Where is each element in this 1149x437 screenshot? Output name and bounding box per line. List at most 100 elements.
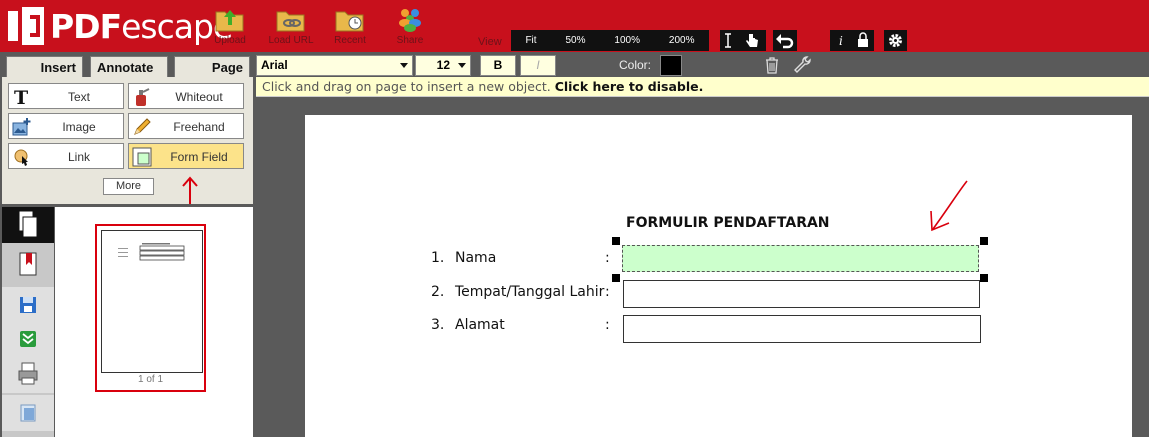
form-field-tool-button[interactable]: Form Field	[128, 143, 244, 169]
font-select[interactable]: Arial	[256, 55, 413, 76]
sidebar-item-page-view[interactable]	[2, 395, 54, 431]
sidebar	[2, 207, 54, 437]
form-field-nama-selected[interactable]	[622, 245, 979, 272]
page-view-icon	[20, 404, 36, 422]
sidebar-item-pages[interactable]	[2, 207, 54, 243]
pdf-document-icon	[19, 252, 37, 276]
document-page[interactable]: FORMULIR PENDAFTARAN 1. Nama : 2. Tempat…	[305, 115, 1132, 437]
row-label-alamat: Alamat	[455, 317, 505, 333]
resize-handle-top-right[interactable]	[980, 237, 988, 245]
upload-button[interactable]: Upload	[202, 6, 258, 46]
text-tool-button[interactable]: T Text	[8, 83, 124, 109]
row-colon-1: :	[605, 250, 610, 266]
tab-insert[interactable]: Insert	[6, 56, 83, 78]
resize-handle-bottom-left[interactable]	[612, 274, 620, 282]
share-label: Share	[396, 35, 424, 46]
share-button[interactable]: Share	[382, 6, 438, 46]
freehand-tool-label: Freehand	[173, 120, 225, 134]
upload-folder-icon	[215, 6, 245, 32]
image-tool-label: Image	[62, 120, 96, 134]
logo-text-bold: PDF	[50, 6, 122, 46]
font-size-value: 12	[436, 58, 450, 72]
thumbnail-preview	[118, 243, 185, 261]
link-globe-icon	[14, 149, 28, 166]
whiteout-tool-button[interactable]: Whiteout	[128, 83, 244, 109]
sidebar-item-print[interactable]	[2, 357, 54, 393]
row-label-ttl: Tempat/Tanggal Lahir	[455, 284, 605, 300]
zoom-fit[interactable]: Fit	[525, 35, 536, 46]
more-button[interactable]: More	[103, 178, 154, 195]
row-label-nama: Nama	[455, 250, 497, 266]
tab-annotate[interactable]: Annotate	[90, 56, 168, 78]
row-number-3: 3.	[431, 317, 445, 333]
lock-icon[interactable]	[852, 30, 874, 51]
form-field-ttl[interactable]	[623, 280, 980, 308]
download-chevrons-icon	[20, 331, 36, 347]
sidebar-item-save[interactable]	[2, 287, 54, 323]
tab-page[interactable]: Page	[174, 56, 250, 78]
load-url-button[interactable]: Load URL	[263, 6, 319, 46]
bold-button[interactable]: B	[480, 55, 516, 76]
hint-text: Click and drag on page to insert a new o…	[262, 79, 551, 94]
gear-icon	[889, 34, 902, 47]
link-folder-icon	[276, 6, 306, 32]
zoom-50[interactable]: 50%	[565, 35, 585, 46]
tab-bar: Insert Annotate Page	[0, 52, 253, 78]
whiteout-tool-label: Whiteout	[175, 90, 223, 104]
insert-hint-bar: Click and drag on page to insert a new o…	[256, 77, 1149, 97]
disable-hint-link[interactable]: Click here to disable.	[555, 79, 704, 94]
image-icon	[12, 118, 31, 136]
top-bar: PDFescape Upload Load URL Recent Share V…	[0, 0, 1149, 52]
row-colon-2: :	[605, 284, 610, 300]
trash-icon[interactable]	[764, 56, 780, 74]
whiteout-bottle-icon	[136, 88, 150, 106]
sidebar-item-pdf[interactable]	[2, 247, 54, 283]
text-t-icon: T	[14, 87, 28, 107]
info-icon[interactable]: i	[830, 30, 852, 51]
resize-handle-bottom-right[interactable]	[980, 274, 988, 282]
color-swatch[interactable]	[660, 55, 682, 76]
link-tool-label: Link	[67, 150, 90, 164]
svg-text:i: i	[839, 34, 843, 48]
freehand-tool-button[interactable]: Freehand	[128, 113, 244, 139]
form-field-icon	[132, 147, 152, 167]
document-canvas: FORMULIR PENDAFTARAN 1. Nama : 2. Tempat…	[256, 98, 1149, 437]
settings-button[interactable]	[884, 30, 907, 51]
row-number-1: 1.	[431, 250, 445, 266]
font-value: Arial	[261, 58, 288, 72]
italic-button[interactable]: I	[520, 55, 556, 76]
link-tool-button[interactable]: Link	[8, 143, 124, 169]
insert-tools-panel: T Text Whiteout Image Freehand Link Form…	[2, 77, 253, 204]
select-tools	[720, 30, 766, 51]
font-size-select[interactable]: 12	[415, 55, 471, 76]
logo[interactable]: PDFescape	[8, 6, 233, 46]
image-tool-button[interactable]: Image	[8, 113, 124, 139]
annotation-arrow-up	[182, 176, 198, 204]
recent-button[interactable]: Recent	[322, 6, 378, 46]
undo-button[interactable]	[773, 30, 797, 51]
undo-icon	[776, 34, 794, 49]
page-thumbnail[interactable]	[101, 230, 203, 373]
annotation-arrow-down	[930, 180, 968, 232]
chevron-down-icon	[458, 63, 466, 68]
form-field-tool-label: Form Field	[170, 150, 228, 164]
resize-handle-top-left[interactable]	[612, 237, 620, 245]
form-field-alamat[interactable]	[623, 315, 981, 343]
view-label: View	[478, 36, 502, 48]
printer-icon	[18, 362, 38, 385]
info-lock-group: i	[830, 30, 874, 51]
zoom-200[interactable]: 200%	[669, 35, 695, 46]
hand-pointer-icon[interactable]	[742, 30, 762, 51]
wrench-icon[interactable]	[793, 55, 813, 75]
sidebar-item-download[interactable]	[2, 321, 54, 357]
chevron-down-icon	[400, 63, 408, 68]
zoom-bar: Fit 50% 100% 200%	[511, 30, 709, 51]
zoom-100[interactable]: 100%	[614, 35, 640, 46]
document-title: FORMULIR PENDAFTARAN	[626, 215, 830, 231]
save-floppy-icon	[20, 297, 36, 313]
color-label: Color:	[619, 58, 652, 72]
logo-icon	[8, 7, 44, 45]
text-tool-label: Text	[67, 90, 90, 104]
share-people-icon	[395, 6, 425, 32]
clock-folder-icon	[335, 6, 365, 32]
